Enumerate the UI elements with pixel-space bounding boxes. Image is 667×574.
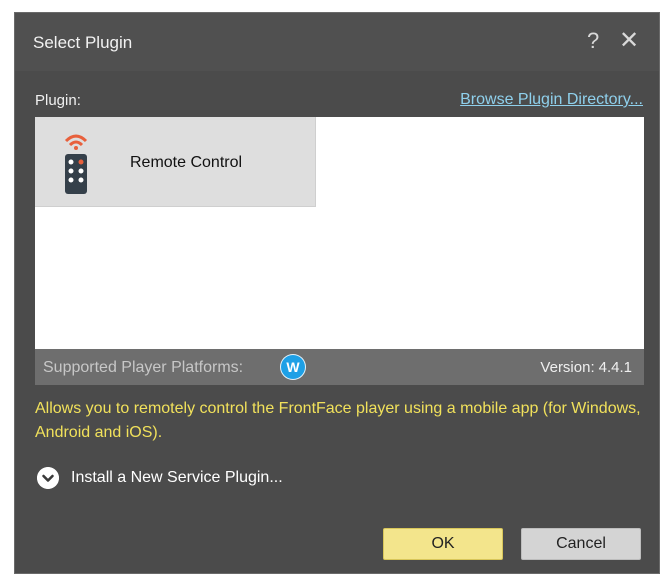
title-bar[interactable]: Select Plugin ? ✕ <box>15 13 659 71</box>
window-title: Select Plugin <box>33 33 133 52</box>
ok-button[interactable]: OK <box>383 528 503 560</box>
select-plugin-dialog: Select Plugin ? ✕ Plugin: Browse Plugin … <box>14 12 660 574</box>
plugin-list[interactable]: Remote Control <box>35 117 644 349</box>
cancel-button[interactable]: Cancel <box>521 528 641 560</box>
supported-platforms-label: Supported Player Platforms: <box>43 359 244 376</box>
install-new-service-plugin-label: Install a New Service Plugin... <box>71 469 283 486</box>
chevron-down-icon <box>37 467 59 489</box>
plugin-description: Allows you to remotely control the Front… <box>35 400 641 441</box>
plugin-info-bar: Supported Player Platforms: W Version: 4.… <box>35 349 644 385</box>
close-button[interactable]: ✕ <box>619 27 639 55</box>
version-value: 4.4.1 <box>598 359 632 376</box>
plugin-item-remote-control[interactable]: Remote Control <box>35 117 316 207</box>
version-label: Version: <box>540 359 595 376</box>
browse-plugin-directory-link[interactable]: Browse Plugin Directory... <box>460 91 643 109</box>
plugin-item-label: Remote Control <box>130 154 243 171</box>
remote-control-icon <box>64 134 88 194</box>
plugin-label: Plugin: <box>35 92 81 109</box>
windows-platform-icon: W <box>281 355 305 379</box>
plugin-version: Version: 4.4.1 <box>536 359 632 376</box>
help-button[interactable]: ? <box>587 27 599 55</box>
